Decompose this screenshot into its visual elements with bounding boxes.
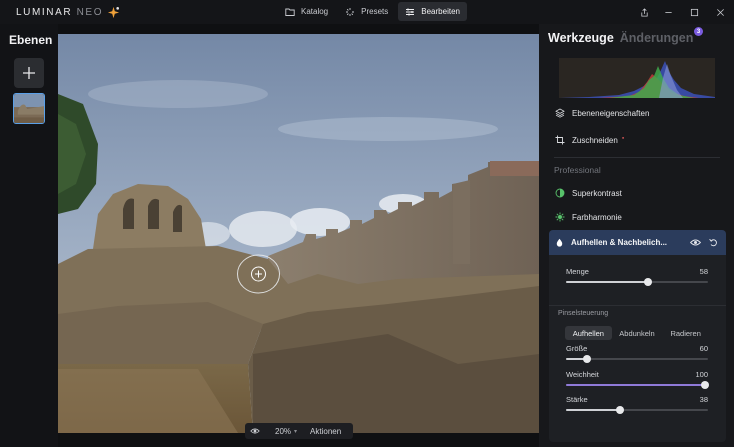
dodge-burn-title: Aufhellen & Nachbelich... [571,238,668,247]
layer-thumbnail-image [14,94,44,123]
chevron-down-icon[interactable]: ▾ [294,428,297,435]
crop-label: Zuschneiden [572,135,618,145]
nav-tab-bearbeiten[interactable]: Bearbeiten [398,2,467,21]
nav-tab-katalog[interactable]: Katalog [278,2,335,21]
strength-knob[interactable] [615,406,624,414]
brush-mode-selector: Aufhellen Abdunkeln Radieren [565,326,709,340]
nav-tab-label: Katalog [301,7,329,16]
minimize-button[interactable] [660,4,676,20]
dodge-burn-tool: Aufhellen & Nachbelich... Menge 58 Pinse… [549,230,726,442]
layers-icon [555,108,565,118]
new-indicator: ● [621,135,625,140]
maximize-icon [690,8,698,16]
crop-icon [555,135,565,145]
close-icon [716,8,724,16]
strength-label: Stärke [566,395,588,404]
layers-panel: Ebenen [0,24,58,447]
zoom-level[interactable]: 20% [275,427,291,436]
amount-track[interactable] [566,278,708,286]
layer-properties-item[interactable]: Ebeneneigenschaften [555,108,649,118]
size-track[interactable] [566,355,708,363]
nav-tab-presets[interactable]: Presets [338,2,395,21]
crop-item[interactable]: Zuschneiden ● [555,135,624,145]
strength-track[interactable] [566,406,708,414]
mode-abdunkeln-button[interactable]: Abdunkeln [614,326,661,340]
preview-eye-icon[interactable] [250,426,260,436]
plus-icon [23,67,35,79]
drop-icon [556,238,563,247]
histogram [559,58,715,98]
canvas-bottom-bar: 20% ▾ Aktionen [245,423,353,439]
strength-value: 38 [699,395,708,404]
size-knob[interactable] [583,355,592,363]
softness-label: Weichheit [566,370,599,379]
presets-icon [346,7,355,16]
add-layer-button[interactable] [14,58,44,88]
divider [554,157,720,158]
reset-icon[interactable] [709,238,718,247]
section-professional: Professional [554,165,601,175]
panel-tabs: Werkzeuge Änderungen 3 [548,27,703,45]
amount-knob[interactable] [644,278,653,286]
size-value: 60 [699,344,708,353]
mode-radieren-button[interactable]: Radieren [662,326,709,340]
folder-icon [285,8,295,16]
logo-text-sub: NEO [76,6,104,18]
softness-track[interactable] [566,381,710,389]
superkontrast-item[interactable]: Superkontrast [555,188,622,198]
softness-knob[interactable] [701,381,710,389]
main-nav: Katalog Presets Bearbeiten [278,2,467,21]
amount-value: 58 [699,267,708,276]
share-icon [640,7,648,17]
close-button[interactable] [712,4,728,20]
visibility-eye-icon[interactable] [690,238,701,247]
brush-controls-label: Pinselsteuerung [558,310,609,317]
changes-count-badge: 3 [694,27,703,36]
minimize-icon [664,11,672,13]
contrast-icon [555,188,565,198]
dodge-burn-header[interactable]: Aufhellen & Nachbelich... [549,230,726,255]
share-button[interactable] [636,4,652,20]
top-bar: LUMINAR NEO Katalog Presets Bearbeiten [0,0,734,24]
superkontrast-label: Superkontrast [572,188,622,198]
maximize-button[interactable] [686,4,702,20]
tools-panel: Werkzeuge Änderungen 3 Ebeneneigenschaft… [539,24,734,447]
photo-image [58,34,539,433]
color-harmony-icon [555,212,565,222]
layers-title: Ebenen [9,33,53,47]
mode-aufhellen-button[interactable]: Aufhellen [565,326,612,340]
farbharmonie-label: Farbharmonie [572,212,622,222]
brush-cursor-icon [237,254,280,294]
photo-canvas[interactable] [58,34,539,433]
sliders-icon [406,8,415,15]
size-label: Größe [566,344,588,353]
logo-text-main: LUMINAR [16,6,73,18]
layer-properties-label: Ebeneneigenschaften [572,108,650,118]
app-logo: LUMINAR NEO [16,5,120,19]
nav-tab-label: Presets [361,7,389,16]
nav-tab-label: Bearbeiten [421,7,460,16]
logo-mark-icon [108,6,120,18]
amount-label: Menge [566,267,589,276]
actions-button[interactable]: Aktionen [310,427,341,436]
softness-value: 100 [695,370,708,379]
farbharmonie-item[interactable]: Farbharmonie [555,212,622,222]
divider [549,305,726,306]
layer-thumbnail[interactable] [13,93,45,124]
tab-aenderungen[interactable]: Änderungen [620,31,694,45]
tab-werkzeuge[interactable]: Werkzeuge [548,31,614,45]
